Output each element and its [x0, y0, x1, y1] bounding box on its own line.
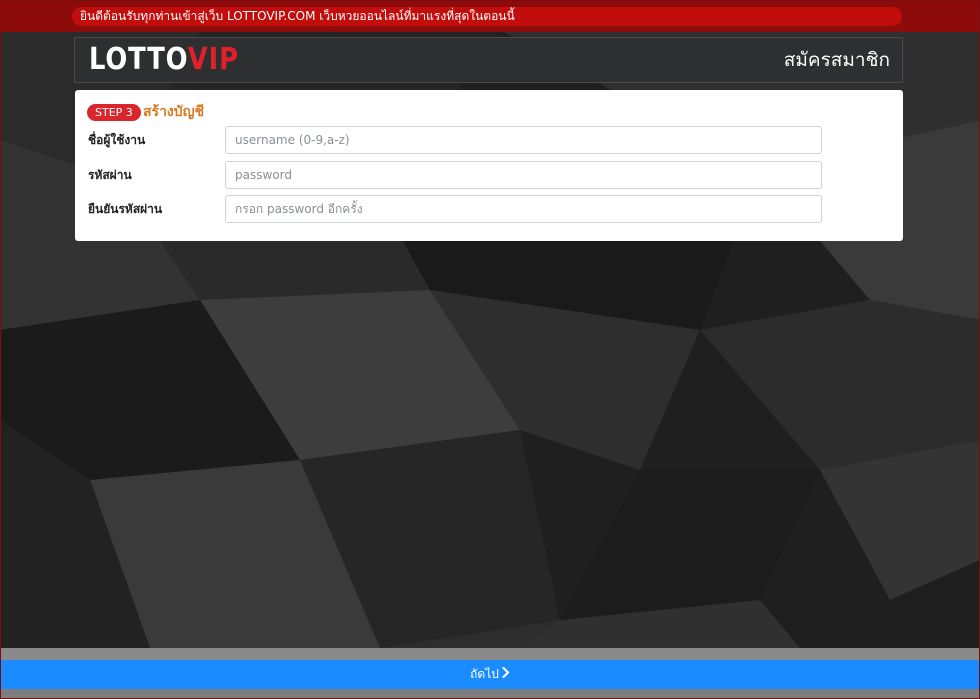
step-title: สร้างบัญชี — [143, 104, 205, 120]
announcement-marquee: ยินดีต้อนรับทุกท่านเข้าสู่เว็บ LOTTOVIP.… — [72, 7, 902, 26]
next-button-label: ถัดไป — [470, 667, 499, 681]
username-label: ชื่อผู้ใช้งาน — [88, 133, 146, 147]
page-title: สมัครสมาชิก — [783, 49, 890, 71]
username-input[interactable] — [225, 126, 822, 154]
chevron-right-icon — [502, 660, 510, 689]
footer-strip — [0, 689, 980, 699]
site-logo[interactable]: LOTTOVIP — [89, 42, 239, 78]
next-button[interactable]: ถัดไป — [0, 660, 980, 689]
confirm-password-input[interactable] — [225, 195, 822, 223]
password-label: รหัสผ่าน — [88, 168, 132, 182]
confirm-password-label: ยืนยันรหัสผ่าน — [88, 202, 163, 216]
step-badge: STEP 3 — [87, 104, 141, 121]
logo-text-lotto: LOTTO — [89, 42, 188, 77]
page-header: LOTTOVIP สมัครสมาชิก — [74, 37, 903, 83]
password-input[interactable] — [225, 161, 822, 189]
announcement-bar: ยินดีต้อนรับทุกท่านเข้าสู่เว็บ LOTTOVIP.… — [0, 0, 980, 32]
create-account-form: STEP 3 สร้างบัญชี ชื่อผู้ใช้งาน รหัสผ่าน… — [75, 90, 903, 241]
logo-text-vip: VIP — [187, 42, 239, 77]
footer-divider — [0, 648, 980, 660]
